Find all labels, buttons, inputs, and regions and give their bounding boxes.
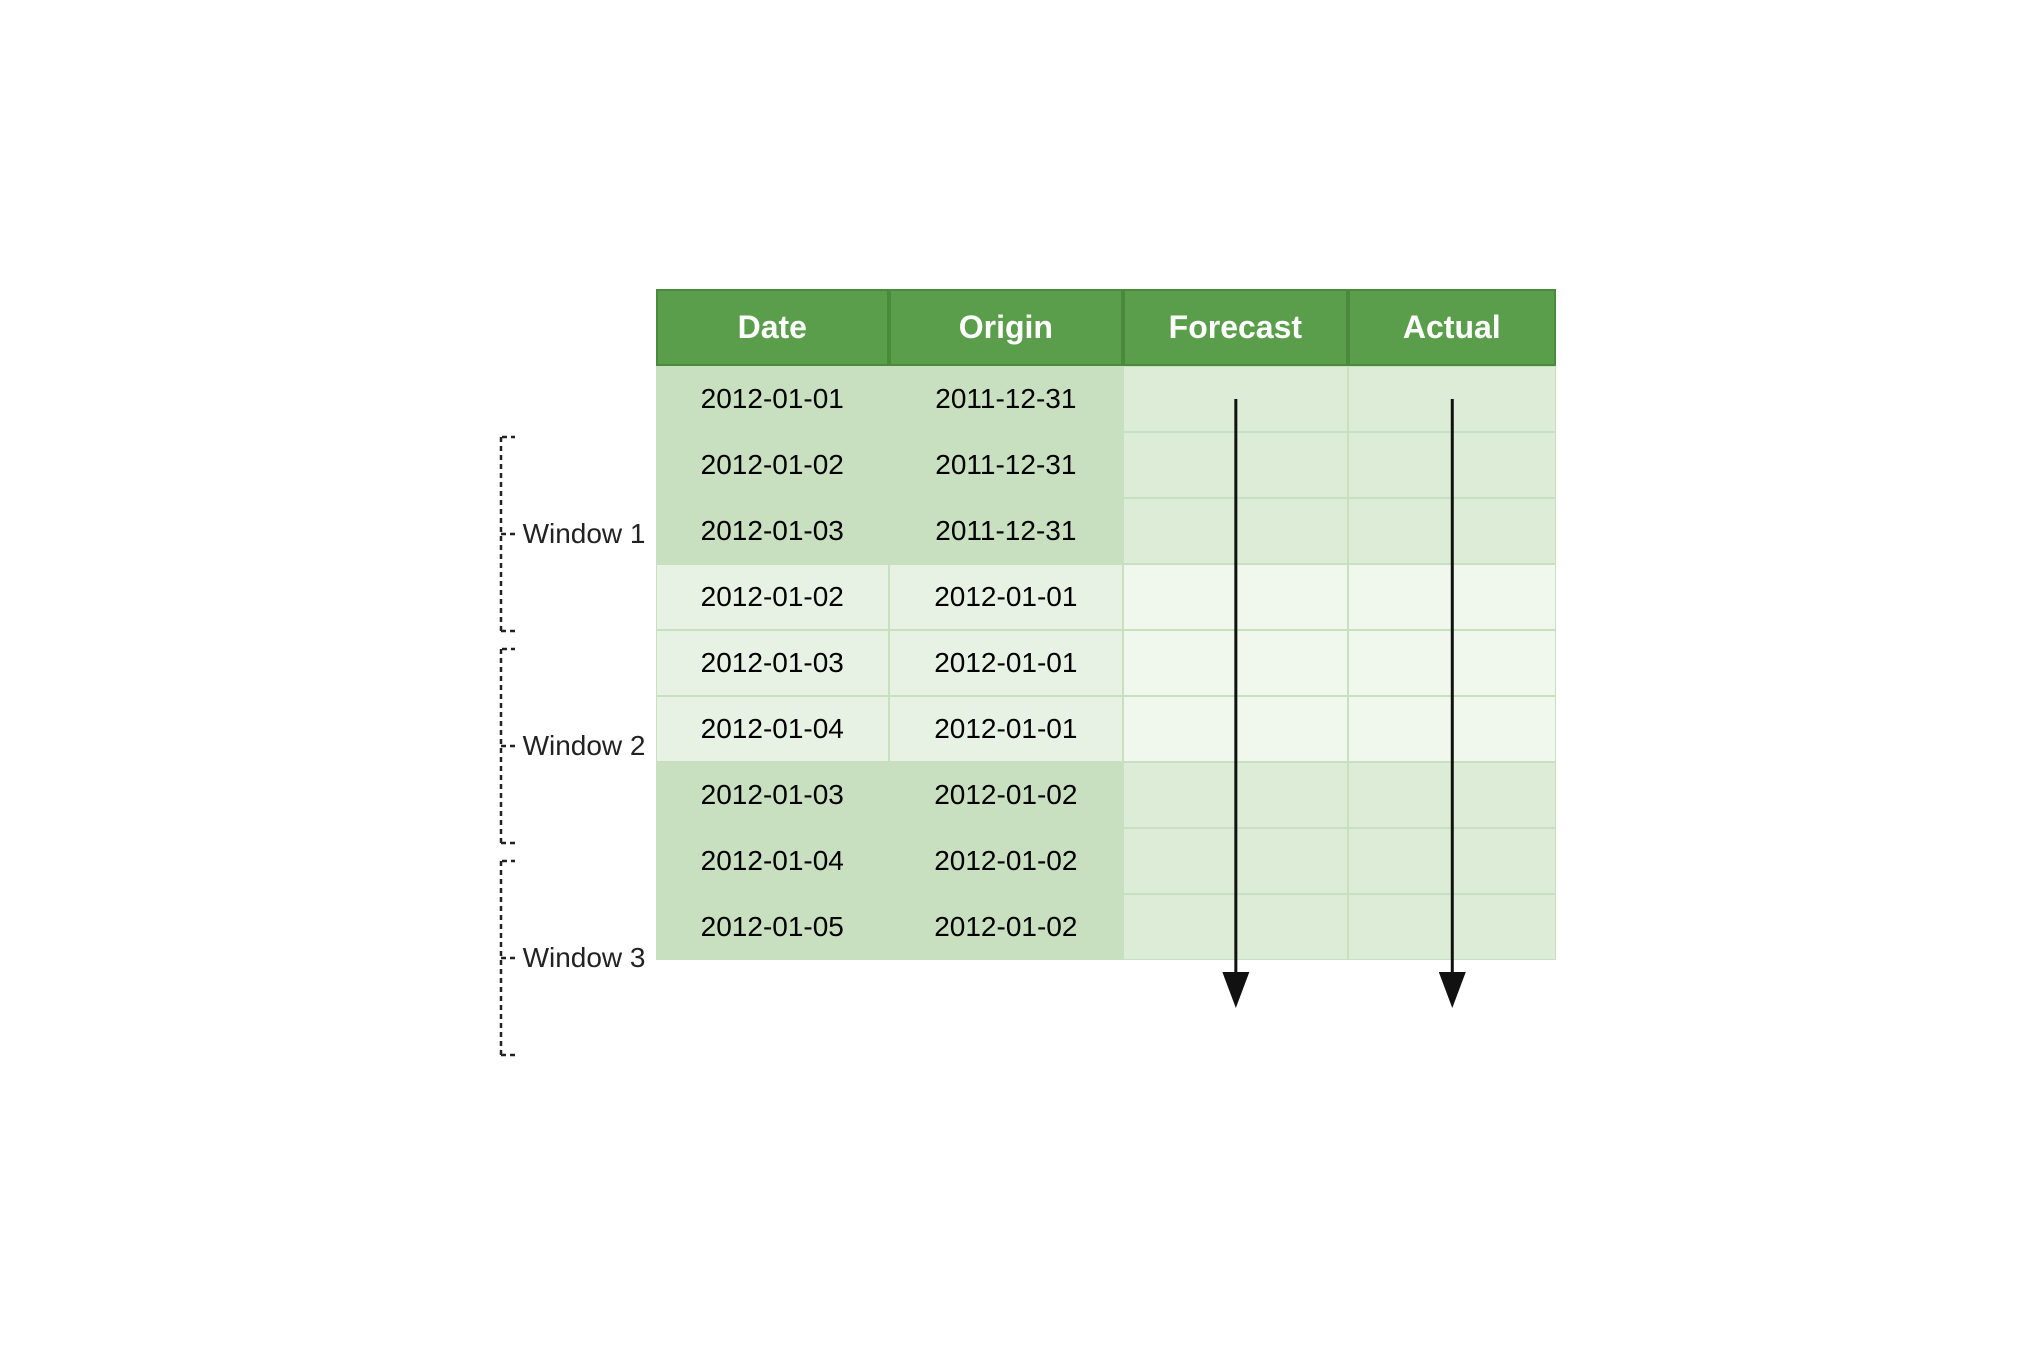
cell-origin: 2012-01-02: [889, 828, 1123, 894]
cell-actual: [1348, 828, 1555, 894]
cell-origin: 2011-12-31: [889, 366, 1123, 432]
table-row: 2012-01-03 2011-12-31: [656, 498, 1556, 564]
cell-date: 2012-01-02: [656, 432, 890, 498]
table-row: 2012-01-05 2012-01-02: [656, 894, 1556, 960]
cell-date: 2012-01-04: [656, 696, 890, 762]
window-2-label: Window 2: [523, 730, 646, 762]
cell-origin: 2012-01-01: [889, 630, 1123, 696]
header-forecast: Forecast: [1123, 289, 1348, 366]
cell-forecast: [1123, 828, 1348, 894]
table-row: 2012-01-02 2011-12-31: [656, 432, 1556, 498]
main-container: Window 1 Window 2 Window 3: [466, 289, 1556, 1063]
cell-date: 2012-01-03: [656, 630, 890, 696]
cell-forecast: [1123, 762, 1348, 828]
window-labels-panel: Window 1 Window 2 Window 3: [466, 289, 646, 1063]
cell-actual: [1348, 564, 1555, 630]
header-actual: Actual: [1348, 289, 1555, 366]
window-1-group: Window 1: [466, 429, 646, 639]
cell-forecast: [1123, 696, 1348, 762]
cell-origin: 2011-12-31: [889, 432, 1123, 498]
cell-date: 2012-01-01: [656, 366, 890, 432]
cell-origin: 2012-01-02: [889, 894, 1123, 960]
window-3-label: Window 3: [523, 942, 646, 974]
cell-date: 2012-01-03: [656, 762, 890, 828]
table-row: 2012-01-04 2012-01-02: [656, 828, 1556, 894]
table-row: 2012-01-04 2012-01-01: [656, 696, 1556, 762]
cell-origin: 2012-01-01: [889, 564, 1123, 630]
window-3-group: Window 3: [466, 853, 646, 1063]
table-row: 2012-01-03 2012-01-02: [656, 762, 1556, 828]
cell-actual: [1348, 696, 1555, 762]
table-header-row: Date Origin Forecast Actual: [656, 289, 1556, 366]
cell-forecast: [1123, 894, 1348, 960]
cell-origin: 2011-12-31: [889, 498, 1123, 564]
table-row: 2012-01-01 2011-12-31: [656, 366, 1556, 432]
header-date: Date: [656, 289, 890, 366]
cell-date: 2012-01-05: [656, 894, 890, 960]
cell-forecast: [1123, 498, 1348, 564]
cell-actual: [1348, 762, 1555, 828]
cell-origin: 2012-01-02: [889, 762, 1123, 828]
cell-date: 2012-01-02: [656, 564, 890, 630]
cell-forecast: [1123, 432, 1348, 498]
cell-origin: 2012-01-01: [889, 696, 1123, 762]
table-row: 2012-01-02 2012-01-01: [656, 564, 1556, 630]
window-2-group: Window 2: [466, 641, 646, 851]
table-row: 2012-01-03 2012-01-01: [656, 630, 1556, 696]
cell-actual: [1348, 498, 1555, 564]
cell-actual: [1348, 630, 1555, 696]
cell-forecast: [1123, 630, 1348, 696]
cell-forecast: [1123, 366, 1348, 432]
window-1-bracket: [466, 429, 515, 639]
window-2-bracket: [466, 641, 515, 851]
cell-actual: [1348, 366, 1555, 432]
cell-actual: [1348, 894, 1555, 960]
data-table-container: Date Origin Forecast Actual 2012-01-01 2…: [656, 289, 1556, 960]
cell-date: 2012-01-03: [656, 498, 890, 564]
cell-date: 2012-01-04: [656, 828, 890, 894]
window-3-bracket: [466, 853, 515, 1063]
window-1-label: Window 1: [523, 518, 646, 550]
cell-actual: [1348, 432, 1555, 498]
forecast-table: Date Origin Forecast Actual 2012-01-01 2…: [656, 289, 1556, 960]
header-origin: Origin: [889, 289, 1123, 366]
cell-forecast: [1123, 564, 1348, 630]
